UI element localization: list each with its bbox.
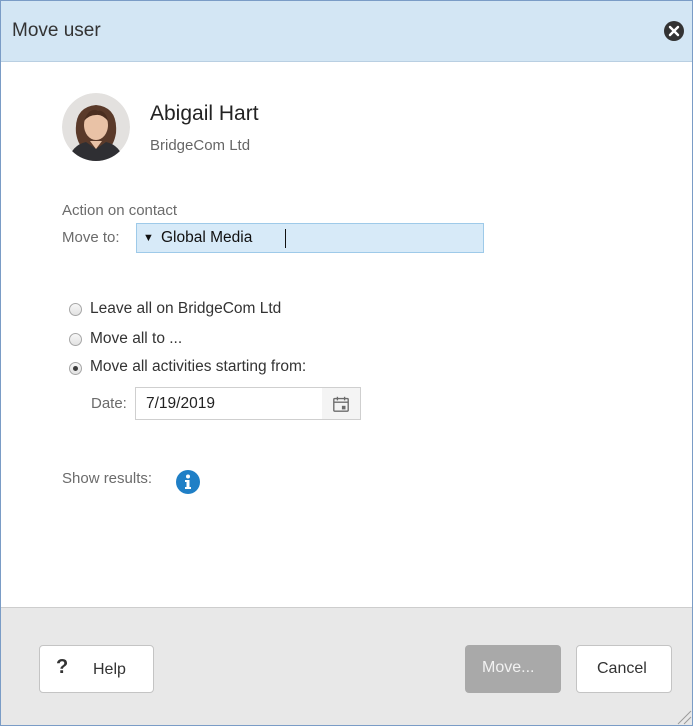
move-button[interactable]: Move... (465, 645, 561, 693)
cancel-button[interactable]: Cancel (576, 645, 672, 693)
radio-leave-all-label[interactable]: Leave all on BridgeCom Ltd (90, 300, 281, 318)
action-section-label: Action on contact (62, 202, 178, 219)
user-company: BridgeCom Ltd (150, 137, 251, 154)
move-to-value: Global Media (161, 229, 253, 246)
triangle-down-icon[interactable]: ▼ (143, 232, 154, 244)
date-value: 7/19/2019 (146, 395, 215, 412)
radio-move-all[interactable] (69, 333, 82, 346)
cancel-button-label: Cancel (597, 660, 647, 677)
info-icon[interactable] (176, 470, 200, 494)
date-label: Date: (91, 395, 127, 412)
close-icon[interactable] (663, 20, 685, 42)
move-user-dialog: Move user Abigail Hart BridgeCom Ltd Act… (0, 0, 693, 726)
text-caret (285, 229, 286, 248)
question-mark-icon: ? (56, 656, 69, 678)
radio-move-activities-label[interactable]: Move all activities starting from: (90, 358, 306, 376)
move-to-label: Move to: (62, 229, 120, 246)
calendar-icon (333, 396, 349, 412)
move-button-label: Move... (482, 659, 535, 676)
help-button[interactable]: ? Help (39, 645, 154, 693)
radio-move-activities[interactable] (69, 362, 82, 375)
move-to-select[interactable]: ▼ Global Media (136, 223, 484, 253)
resize-grip-icon[interactable] (672, 705, 692, 725)
radio-move-all-label[interactable]: Move all to ... (90, 330, 182, 348)
user-name: Abigail Hart (150, 102, 259, 125)
avatar (62, 93, 130, 161)
show-results-label: Show results: (62, 470, 153, 487)
help-button-label: Help (93, 661, 126, 678)
date-input[interactable]: 7/19/2019 (135, 387, 323, 420)
title-bar: Move user (1, 1, 692, 62)
date-picker-button[interactable] (322, 387, 361, 420)
radio-leave-all[interactable] (69, 303, 82, 316)
dialog-title: Move user (12, 20, 101, 41)
